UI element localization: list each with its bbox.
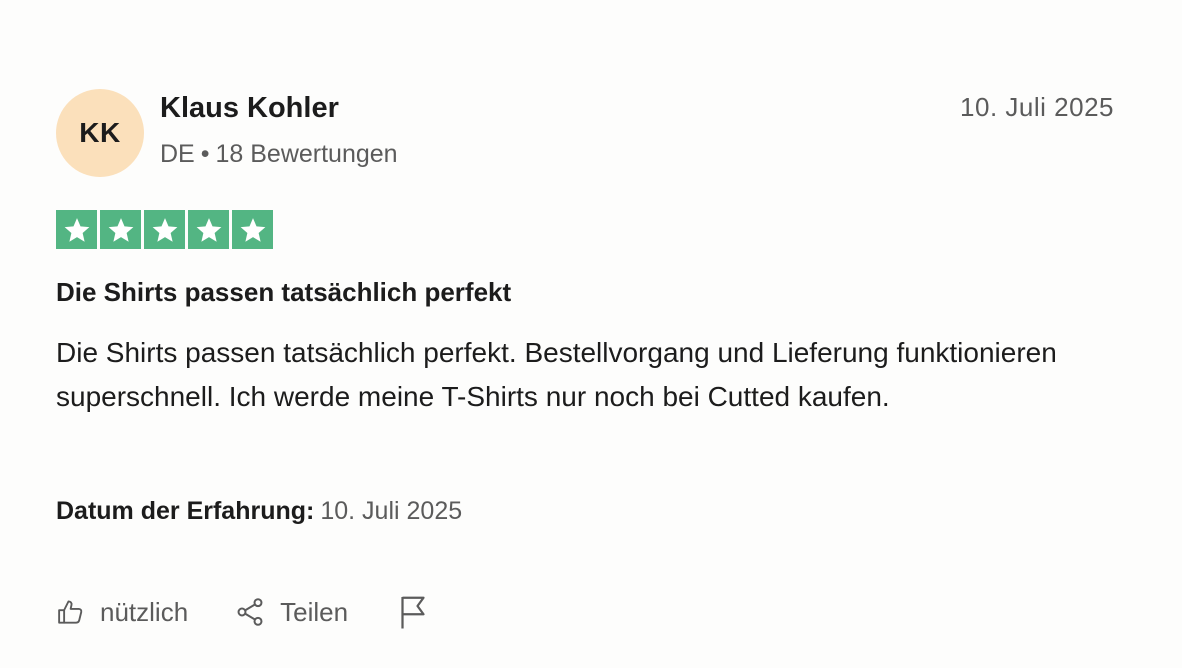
review-card: KK Klaus Kohler DE • 18 Bewertungen 10. Ju… (0, 0, 1182, 668)
thumbs-up-icon (56, 597, 86, 627)
review-body: Die Shirts passen tatsächlich perfekt. B… (56, 337, 1057, 412)
useful-label: nützlich (100, 596, 189, 627)
experience-date: Datum der Erfahrung: 10. Juli 2025 (56, 497, 462, 526)
avatar[interactable]: KK (56, 89, 144, 177)
experience-date-value: 10. Juli 2025 (320, 497, 463, 525)
star-rating (56, 210, 273, 249)
star-icon (232, 210, 273, 249)
avatar-initials: KK (79, 117, 121, 148)
reviewer-review-count: 18 Bewertungen (215, 140, 398, 168)
star-icon (56, 210, 97, 249)
review-date: 10. Juli 2025 (960, 92, 1114, 122)
useful-button[interactable]: nützlich (56, 597, 188, 628)
star-icon (188, 210, 229, 249)
meta-separator: • (200, 140, 210, 168)
experience-date-label: Datum der Erfahrung: (56, 497, 315, 525)
reviewer-meta: DE • 18 Bewertungen (160, 140, 398, 169)
reviewer-country: DE (160, 140, 195, 168)
star-icon (144, 210, 185, 249)
share-label: Teilen (280, 596, 349, 627)
star-icon (100, 210, 141, 249)
share-button[interactable]: Teilen (234, 596, 348, 628)
flag-icon (398, 594, 428, 630)
report-button[interactable] (398, 594, 428, 630)
reviewer-name[interactable]: Klaus Kohler (160, 92, 339, 125)
share-icon (234, 596, 266, 628)
review-title[interactable]: Die Shirts passen tatsächlich perfekt (56, 277, 511, 308)
review-actions: nützlich Teilen (56, 594, 428, 630)
